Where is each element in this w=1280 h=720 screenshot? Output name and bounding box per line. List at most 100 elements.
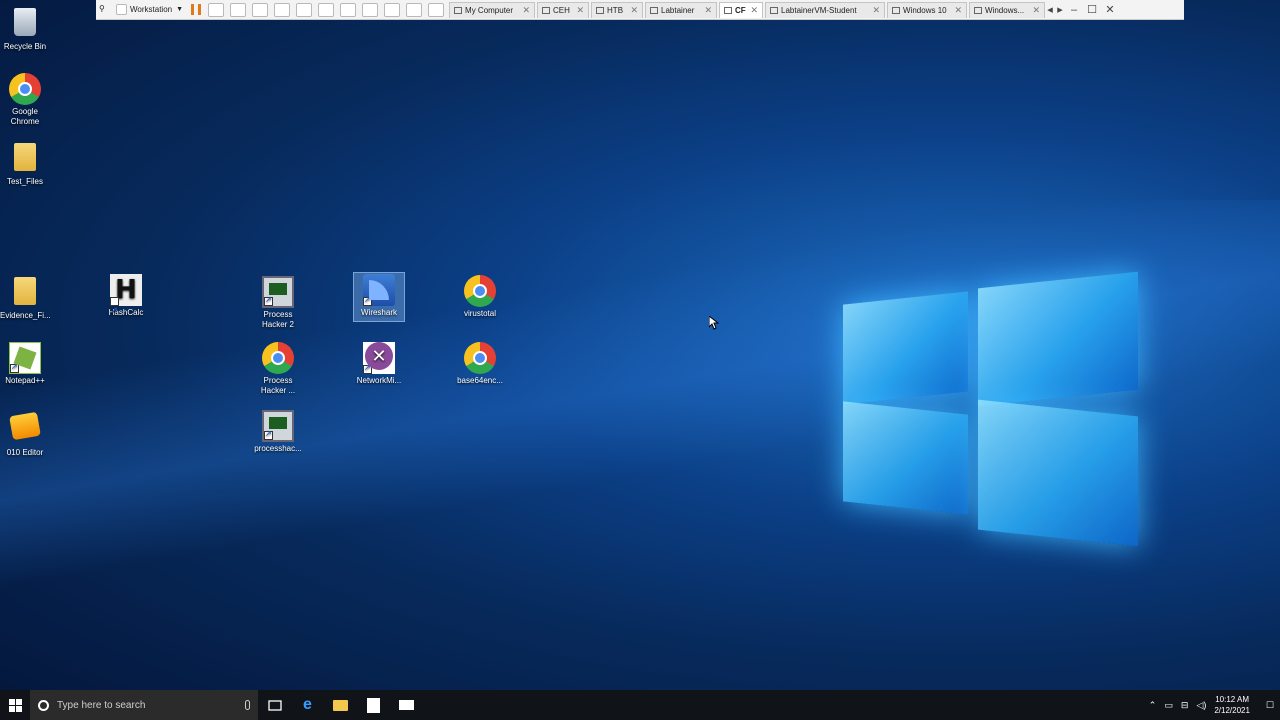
desktop-icon-hashcalc[interactable]: H HashCalc	[101, 274, 151, 327]
chrome-icon	[9, 73, 41, 105]
desktop-icon-process-hacker-web[interactable]: Process Hacker ...	[253, 342, 303, 396]
process-hacker-icon	[262, 410, 294, 442]
vm-tab-windows-2[interactable]: Windows... ✕	[969, 1, 1046, 18]
tab-label: My Computer	[465, 5, 514, 15]
stretch-guest-icon[interactable]	[428, 2, 445, 17]
computer-icon	[454, 6, 463, 14]
vm-tab-windows-10[interactable]: Windows 10 ✕	[887, 1, 968, 18]
icon-label: Process Hacker 2	[261, 310, 294, 329]
desktop-icon-process-hacker-2[interactable]: Process Hacker 2	[253, 276, 303, 330]
chrome-icon	[464, 275, 496, 307]
folder-icon	[9, 143, 41, 175]
start-button[interactable]	[0, 690, 30, 720]
action-center-icon[interactable]: ☐	[1266, 700, 1274, 711]
vm-icon	[650, 6, 659, 14]
unity-icon[interactable]	[362, 2, 379, 17]
network-icon[interactable]: ▭	[1164, 700, 1173, 711]
icon-label: base64enc...	[457, 376, 503, 385]
console-view-icon[interactable]	[384, 2, 401, 17]
desktop-icon-processhacker[interactable]: processhac...	[253, 410, 303, 454]
tab-label: CEH	[553, 5, 570, 15]
pin-icon[interactable]: ⚲	[99, 4, 109, 16]
vm-icon	[724, 6, 733, 14]
tab-scroll-left-icon[interactable]: ◂	[1045, 0, 1055, 19]
desktop-icon-google-chrome[interactable]: Google Chrome	[0, 73, 50, 127]
desktop-icon-networkminer[interactable]: NetworkMi...	[354, 342, 404, 386]
view-library-icon[interactable]	[296, 2, 313, 17]
ethernet-icon[interactable]: ⊟	[1181, 700, 1189, 711]
volume-icon[interactable]: ◁)	[1196, 700, 1206, 711]
edge-icon: e	[303, 696, 312, 713]
desktop-icon-evidence-files[interactable]: Evidence_Fi...	[0, 275, 51, 321]
vm-icon	[892, 6, 901, 14]
vm-tab-htb[interactable]: HTB ✕	[591, 1, 644, 18]
close-window-icon[interactable]: ✕	[1101, 0, 1119, 19]
chrome-icon	[464, 342, 496, 374]
vm-tab-labtainervm-student[interactable]: LabtainerVM-Student ✕	[765, 1, 886, 18]
desktop-icon-notepad-plus-plus[interactable]: Notepad++	[0, 342, 50, 386]
icon-label: Recycle Bin	[3, 42, 47, 51]
folder-icon	[9, 277, 41, 309]
edge-button[interactable]: e	[291, 690, 324, 720]
tab-label: CF	[735, 5, 746, 15]
close-icon[interactable]: ✕	[576, 5, 584, 16]
snapshot-manager-icon[interactable]	[274, 2, 291, 17]
vmware-icon	[116, 4, 127, 15]
close-icon[interactable]: ✕	[1032, 5, 1040, 16]
revert-snapshot-icon[interactable]	[252, 2, 269, 17]
close-icon[interactable]: ✕	[704, 5, 712, 16]
chrome-icon	[262, 342, 294, 374]
icon-label: NetworkMi...	[356, 376, 402, 385]
microphone-icon[interactable]	[245, 700, 250, 710]
networkminer-icon	[363, 342, 395, 374]
010-editor-icon	[9, 411, 41, 446]
chevron-down-icon: ▼	[176, 6, 184, 13]
desktop-icon-base64enc[interactable]: base64enc...	[455, 342, 505, 386]
full-screen-icon[interactable]	[340, 2, 357, 17]
close-icon[interactable]: ✕	[954, 5, 962, 16]
process-hacker-icon	[262, 276, 294, 308]
icon-label: Wireshark	[360, 308, 397, 317]
taskbar-search-box[interactable]: Type here to search	[30, 690, 258, 720]
tab-label: Windows...	[985, 5, 1025, 15]
workstation-menu[interactable]: Workstation ▼	[112, 0, 187, 19]
minimize-icon[interactable]: –	[1065, 0, 1083, 19]
terminal-icon[interactable]	[406, 2, 423, 17]
vm-tab-ceh[interactable]: CEH ✕	[537, 1, 590, 18]
hashcalc-icon: H	[110, 274, 142, 327]
store-button[interactable]	[357, 690, 390, 720]
maximize-icon[interactable]: ☐	[1083, 0, 1101, 19]
taskbar-clock[interactable]: 10:12 AM 2/12/2021	[1214, 694, 1250, 716]
icon-label: HashCalc	[108, 308, 144, 317]
thumbnail-bar-icon[interactable]	[318, 2, 335, 17]
tab-scroll-right-icon[interactable]: ▸	[1055, 0, 1065, 19]
vm-tab-labtainer[interactable]: Labtainer ✕	[645, 1, 718, 18]
icon-label: Notepad++	[5, 376, 45, 385]
close-icon[interactable]: ✕	[630, 5, 638, 16]
mail-button[interactable]	[390, 690, 423, 720]
close-icon[interactable]: ✕	[750, 5, 758, 16]
mouse-cursor-icon	[708, 314, 720, 335]
desktop-icon-recycle-bin[interactable]: Recycle Bin	[0, 6, 50, 52]
send-ctrl-alt-del-icon[interactable]	[208, 2, 225, 17]
file-explorer-button[interactable]	[324, 690, 357, 720]
desktop-icon-wireshark[interactable]: Wireshark	[353, 272, 405, 322]
store-icon	[367, 697, 380, 713]
icon-label: Process Hacker ...	[260, 376, 296, 395]
snapshot-icon[interactable]	[230, 2, 247, 17]
icon-label: 010 Editor	[6, 448, 44, 457]
show-hidden-icons-icon[interactable]: ⌃	[1149, 700, 1157, 711]
vm-tab-cf[interactable]: CF ✕	[719, 1, 764, 18]
vm-tab-my-computer[interactable]: My Computer ✕	[449, 1, 536, 18]
pause-icon[interactable]	[191, 4, 202, 15]
close-icon[interactable]: ✕	[872, 5, 880, 16]
desktop-icon-virustotal[interactable]: virustotal	[455, 275, 505, 319]
task-view-button[interactable]	[258, 690, 291, 720]
desktop-icon-test-files[interactable]: Test_Files	[0, 141, 50, 187]
clock-date: 2/12/2021	[1214, 706, 1250, 715]
vmware-toolbar: ⚲ Workstation ▼ My Computer ✕ CEH ✕ HTB …	[96, 0, 1184, 20]
desktop-icon-010-editor[interactable]: 010 Editor	[0, 410, 50, 458]
icon-label: Google Chrome	[10, 107, 40, 126]
close-icon[interactable]: ✕	[522, 5, 530, 16]
mail-icon	[399, 700, 414, 710]
